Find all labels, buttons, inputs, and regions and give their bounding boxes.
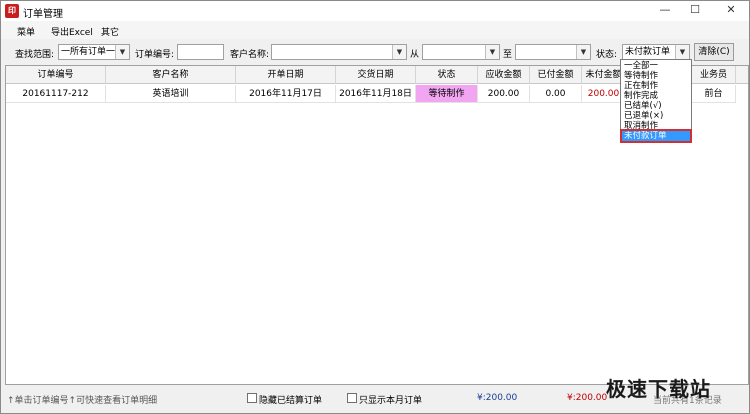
hide-settled-label: 隐藏已结算订单 [259, 396, 323, 406]
column-header-salesperson[interactable]: 业务员 [692, 66, 736, 84]
from-date-picker[interactable]: ▼ [422, 44, 500, 60]
order-no-label: 订单编号: [135, 50, 175, 60]
clear-button[interactable]: 清除(C) [694, 43, 734, 61]
minimize-button[interactable]: — [651, 1, 679, 19]
app-logo-icon: 印 [5, 4, 19, 18]
status-select-value: 未付款订单 [625, 47, 671, 57]
range-select-value: 一所有订单一 [61, 47, 116, 57]
cell-customer: 英语培训 [106, 85, 236, 103]
column-header-order-date[interactable]: 开单日期 [236, 66, 336, 84]
total-unpaid: ¥:200.00 [567, 393, 608, 403]
status-dropdown-list: 一全部一 等待制作 正在制作 制作完成 已结单(√) 已退单(×) 取消制作 未… [620, 59, 692, 143]
current-month-label: 只显示本月订单 [359, 396, 423, 406]
to-date-picker[interactable]: ▼ [515, 44, 591, 60]
range-label: 查找范围: [15, 50, 55, 60]
cell-status: 等待制作 [416, 85, 478, 103]
column-header-order-no[interactable]: 订单编号 [6, 66, 106, 84]
cell-order-date: 2016年11月17日 [236, 85, 336, 103]
watermark-logo: 极速下载站 [606, 377, 711, 401]
cell-salesperson: 前台 [692, 85, 736, 103]
current-month-checkbox[interactable] [347, 393, 357, 403]
cell-delivery-date: 2016年11月18日 [336, 85, 416, 103]
cell-order-no[interactable]: 20161117-212 [6, 85, 106, 103]
column-header-paid[interactable]: 已付金额 [530, 66, 582, 84]
status-select[interactable]: 未付款订单 ▼ [622, 44, 690, 60]
chevron-down-icon: ▼ [675, 45, 689, 59]
window-title: 订单管理 [23, 9, 63, 20]
customer-select[interactable]: ▼ [271, 44, 407, 60]
order-no-input[interactable] [177, 44, 224, 60]
column-header-customer[interactable]: 客户名称 [106, 66, 236, 84]
menu-item-export-excel[interactable]: 导出Excel [51, 25, 93, 38]
column-header-status[interactable]: 状态 [416, 66, 478, 84]
title-bar: 印 订单管理 — ☐ ✕ [1, 1, 749, 21]
total-receivable: ¥:200.00 [477, 393, 518, 403]
status-option-waiting[interactable]: 等待制作 [622, 71, 690, 81]
chevron-down-icon: ▼ [576, 45, 590, 59]
to-label: 至 [503, 50, 513, 60]
menu-item-menu[interactable]: 菜单 [17, 25, 35, 38]
range-select[interactable]: 一所有订单一 ▼ [58, 44, 130, 60]
chevron-down-icon: ▼ [115, 45, 129, 59]
cell-paid: 0.00 [530, 85, 582, 103]
customer-label: 客户名称: [230, 50, 270, 60]
chevron-down-icon: ▼ [485, 45, 499, 59]
from-label: 从 [410, 50, 420, 60]
hint-text: ↑单击订单编号↑可快速查看订单明细 [7, 396, 158, 406]
status-label: 状态: [596, 50, 618, 60]
column-header-delivery-date[interactable]: 交货日期 [336, 66, 416, 84]
status-option-unpaid[interactable]: 未付款订单 [620, 129, 692, 143]
status-option-in-progress[interactable]: 正在制作 [622, 81, 690, 91]
status-option-all[interactable]: 一全部一 [622, 61, 690, 71]
cell-receivable: 200.00 [478, 85, 530, 103]
status-option-cancelled[interactable]: 取消制作 [622, 121, 690, 131]
menu-item-other[interactable]: 其它 [101, 25, 119, 38]
order-management-window: 印 订单管理 — ☐ ✕ 菜单 导出Excel 其它 查找范围: 一所有订单一 … [0, 0, 750, 414]
close-button[interactable]: ✕ [713, 1, 749, 19]
hide-settled-checkbox[interactable] [247, 393, 257, 403]
column-header-receivable[interactable]: 应收金额 [478, 66, 530, 84]
maximize-button[interactable]: ☐ [681, 1, 709, 19]
menu-bar: 菜单 导出Excel 其它 [1, 21, 749, 39]
status-option-completed[interactable]: 制作完成 [622, 91, 690, 101]
status-option-settled[interactable]: 已结单(√) [622, 101, 690, 111]
chevron-down-icon: ▼ [392, 45, 406, 59]
status-option-returned[interactable]: 已退单(×) [622, 111, 690, 121]
